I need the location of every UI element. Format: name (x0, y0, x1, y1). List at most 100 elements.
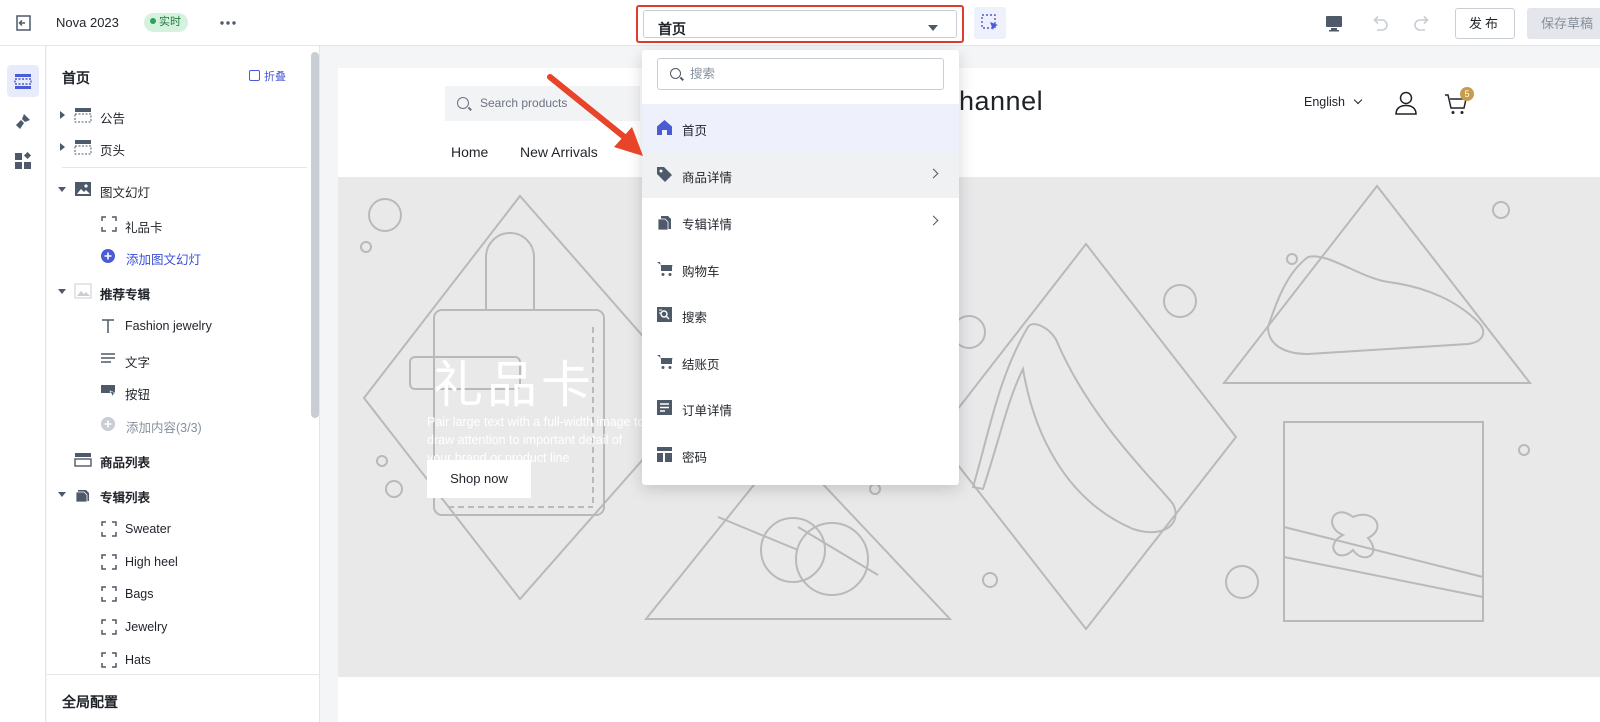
user-account-icon[interactable] (1394, 90, 1418, 116)
redo-icon[interactable] (1412, 12, 1434, 34)
section-label: 图文幻灯 (100, 186, 151, 200)
desktop-preview-icon[interactable] (1323, 12, 1345, 34)
menu-item-order-detail[interactable]: 订单详情 (642, 384, 959, 431)
undo-icon[interactable] (1368, 12, 1390, 34)
section-product-list[interactable]: 商品列表 (47, 444, 302, 474)
sections-icon (14, 74, 32, 89)
hero-slideshow[interactable]: 礼品卡 Pair large text with a full-width im… (338, 177, 1600, 677)
product-list-icon (74, 451, 92, 467)
page-search-field[interactable] (657, 58, 944, 90)
panel-scrollbar[interactable] (311, 52, 319, 418)
hero-title[interactable]: 礼品卡 (433, 345, 595, 417)
menu-item-label: 购物车 (682, 265, 720, 279)
sections-tab[interactable] (7, 65, 39, 97)
caret-down-icon[interactable] (58, 187, 66, 192)
collapse-icon (249, 70, 260, 81)
exit-icon[interactable] (14, 13, 34, 33)
section-layout-icon (74, 107, 92, 123)
store-search-box[interactable]: Search products (445, 86, 640, 121)
more-options-icon[interactable] (218, 13, 238, 33)
block-sweater[interactable]: Sweater (47, 514, 302, 544)
block-hats[interactable]: Hats (47, 645, 302, 675)
section-label: 专辑列表 (100, 491, 151, 505)
section-label: 商品列表 (100, 456, 151, 470)
storefront-preview[interactable]: Search products ychannel English 5 Home … (338, 68, 1600, 722)
menu-item-cart[interactable]: 购物车 (642, 245, 959, 292)
block-label: 礼品卡 (125, 221, 163, 235)
collapse-label: 折叠 (264, 71, 286, 83)
block-frame-icon (100, 554, 118, 570)
menu-item-password[interactable]: 密码 (642, 431, 959, 478)
block-label: Hats (125, 653, 151, 667)
theme-style-tab[interactable] (7, 105, 39, 137)
block-bags[interactable]: Bags (47, 579, 302, 609)
section-header[interactable]: 页头 (47, 132, 302, 162)
publish-button[interactable]: 发布 (1455, 8, 1515, 39)
block-frame-icon (100, 586, 118, 602)
language-selector[interactable]: English (1304, 95, 1363, 109)
section-announcement[interactable]: 公告 (47, 100, 302, 130)
home-icon (656, 119, 673, 136)
section-collection-list[interactable]: 专辑列表 (47, 479, 302, 509)
collapse-all-button[interactable]: 折叠 (249, 68, 286, 84)
save-draft-button[interactable]: 保存草稿 (1527, 8, 1600, 39)
block-label: 按钮 (125, 388, 151, 402)
section-layout-icon (74, 139, 92, 155)
section-slideshow[interactable]: 图文幻灯 (47, 174, 302, 204)
block-frame-icon (100, 521, 118, 537)
page-search-input[interactable] (690, 64, 930, 84)
caret-right-icon[interactable] (60, 143, 65, 151)
page-selector-field[interactable]: 首页 (643, 10, 957, 38)
password-layout-icon (656, 446, 673, 463)
block-button[interactable]: 按钮 (47, 376, 302, 406)
checkout-cart-icon (656, 353, 673, 370)
add-content-button[interactable]: 添加内容(3/3) (47, 409, 302, 439)
caret-right-icon[interactable] (60, 111, 65, 119)
section-featured-collection[interactable]: 推荐专辑 (47, 276, 302, 306)
image-icon (74, 181, 92, 197)
global-settings-bar[interactable]: 全局配置 (47, 674, 319, 722)
search-icon (670, 68, 681, 79)
shop-now-button[interactable]: Shop now (427, 460, 531, 498)
block-fashion-jewelry[interactable]: Fashion jewelry (47, 311, 302, 341)
menu-item-product-detail[interactable]: 商品详情 (642, 151, 959, 198)
store-title: Nova 2023 (56, 15, 119, 30)
block-jewelry[interactable]: Jewelry (47, 612, 302, 642)
global-settings-label: 全局配置 (62, 694, 118, 710)
menu-item-label: 密码 (682, 451, 708, 465)
cart-count-badge: 5 (1460, 87, 1474, 101)
menu-item-label: 商品详情 (682, 171, 733, 185)
caret-down-icon[interactable] (58, 289, 66, 294)
live-dot-icon (150, 18, 156, 24)
menu-item-search[interactable]: 搜索 (642, 291, 959, 338)
apps-icon (15, 152, 32, 169)
block-high-heel[interactable]: High heel (47, 547, 302, 577)
menu-item-checkout[interactable]: 结账页 (642, 338, 959, 385)
brush-icon (16, 114, 30, 129)
live-status-label: 实时 (159, 16, 181, 28)
page-dropdown-menu: 首页 商品详情 专辑详情 购物车 搜索 结账页 订单详情 密码 (642, 50, 959, 485)
hero-description[interactable]: Pair large text with a full-width image … (427, 413, 647, 467)
panel-divider (62, 167, 307, 168)
live-status-badge: 实时 (144, 13, 188, 32)
block-label: Jewelry (125, 620, 168, 634)
block-label: High heel (125, 555, 178, 569)
apps-tab[interactable] (7, 145, 39, 177)
block-label: Fashion jewelry (125, 319, 212, 333)
block-gift-card[interactable]: 礼品卡 (47, 209, 302, 239)
menu-item-home[interactable]: 首页 (642, 104, 959, 151)
block-frame-icon (100, 216, 118, 232)
add-slideshow-button[interactable]: 添加图文幻灯 (47, 241, 302, 271)
menu-item-collection-detail[interactable]: 专辑详情 (642, 198, 959, 245)
block-text[interactable]: 文字 (47, 344, 302, 374)
language-label: English (1304, 95, 1345, 109)
page-selector-dropdown[interactable]: 首页 (636, 5, 964, 43)
nav-link-new-arrivals[interactable]: New Arrivals (520, 144, 598, 160)
caret-down-icon[interactable] (58, 492, 66, 497)
element-select-tool-button[interactable] (974, 7, 1006, 39)
nav-link-home[interactable]: Home (451, 144, 488, 160)
add-slideshow-label: 添加图文幻灯 (126, 253, 202, 267)
block-frame-icon (100, 619, 118, 635)
add-circle-disabled-icon (100, 416, 118, 432)
order-doc-icon (656, 399, 673, 416)
